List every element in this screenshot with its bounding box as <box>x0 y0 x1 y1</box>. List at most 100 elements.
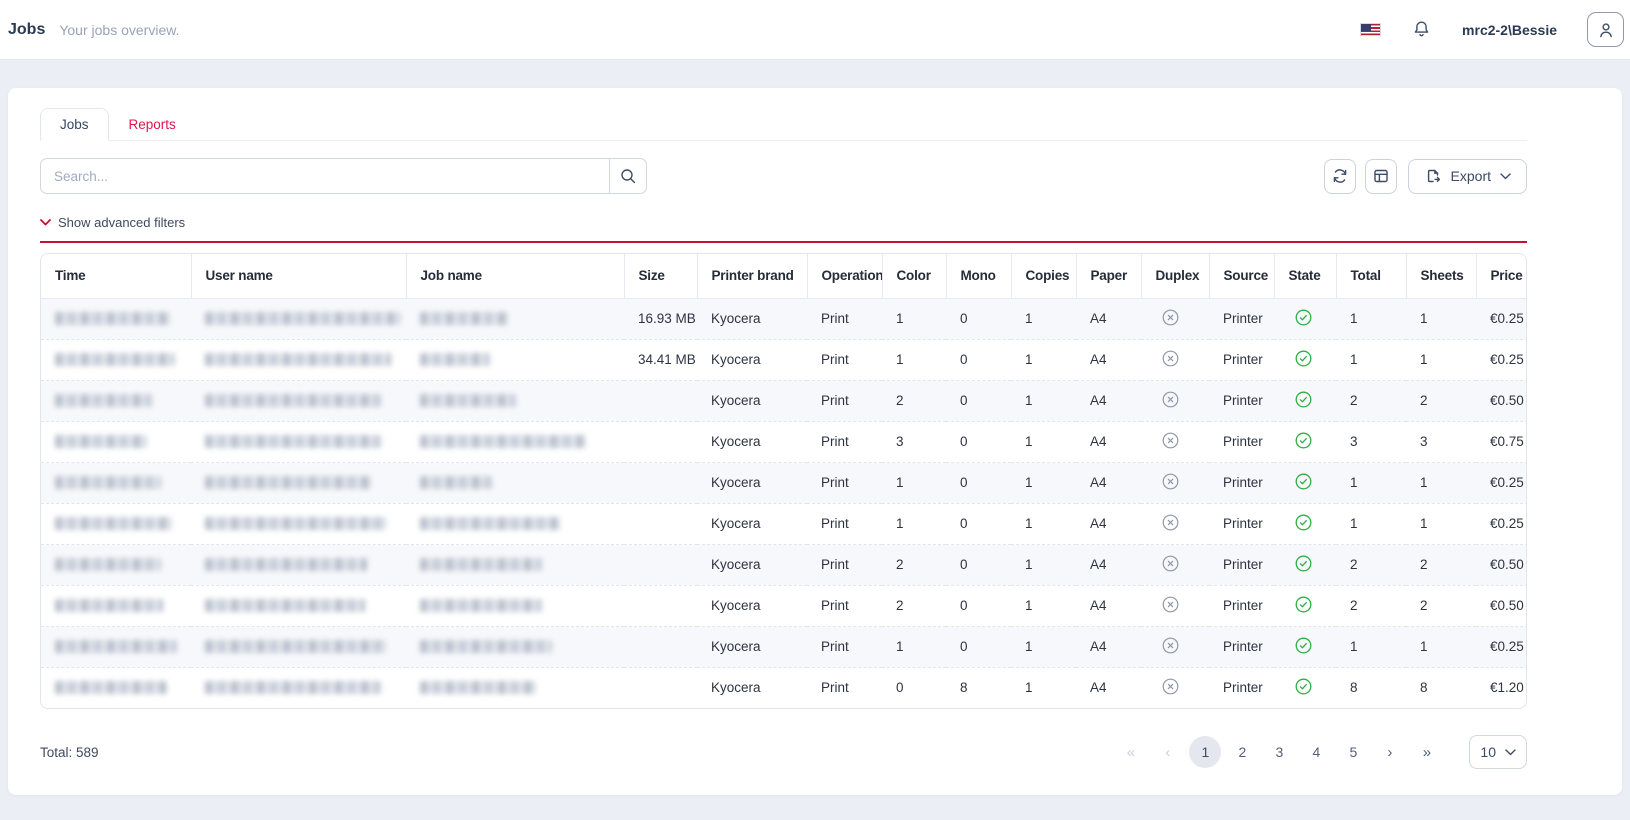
color-cell: 1 <box>882 339 946 380</box>
redacted-cell <box>406 298 624 339</box>
source-cell: Printer <box>1209 421 1274 462</box>
size-cell <box>624 380 697 421</box>
blurred-text <box>55 353 175 366</box>
redacted-cell <box>191 626 406 667</box>
column-header-size[interactable]: Size <box>624 254 697 298</box>
redacted-cell <box>41 298 191 339</box>
advanced-filters-toggle[interactable]: Show advanced filters <box>40 215 1527 230</box>
sheets-cell: 8 <box>1406 667 1476 708</box>
column-header-source[interactable]: Source <box>1209 254 1274 298</box>
job-row[interactable]: KyoceraPrint301A4Printer33€0.75 <box>41 421 1527 462</box>
column-header-duplex[interactable]: Duplex <box>1141 254 1209 298</box>
source-cell: Printer <box>1209 339 1274 380</box>
color-cell: 2 <box>882 380 946 421</box>
search-input[interactable] <box>41 159 609 193</box>
user-menu-button[interactable] <box>1587 12 1624 47</box>
column-header-state[interactable]: State <box>1274 254 1336 298</box>
page-button-5[interactable]: 5 <box>1337 736 1369 768</box>
blurred-text <box>55 394 152 407</box>
column-header-total[interactable]: Total <box>1336 254 1406 298</box>
color-cell: 1 <box>882 626 946 667</box>
mono-cell: 0 <box>946 503 1011 544</box>
page-button-3[interactable]: 3 <box>1263 736 1295 768</box>
redacted-cell <box>41 421 191 462</box>
prev-page-button[interactable]: ‹ <box>1152 736 1184 768</box>
page-button-2[interactable]: 2 <box>1226 736 1258 768</box>
column-header-job-name[interactable]: Job name <box>406 254 624 298</box>
column-header-user-name[interactable]: User name <box>191 254 406 298</box>
column-header-printer-brand[interactable]: Printer brand <box>697 254 807 298</box>
column-header-sheets[interactable]: Sheets <box>1406 254 1476 298</box>
sheets-cell: 1 <box>1406 503 1476 544</box>
blurred-text <box>205 435 381 448</box>
size-cell <box>624 667 697 708</box>
column-header-time[interactable]: Time <box>41 254 191 298</box>
column-header-operation[interactable]: Operation <box>807 254 882 298</box>
copies-cell: 1 <box>1011 421 1076 462</box>
tabs: JobsReports <box>40 108 1527 141</box>
column-header-price[interactable]: Price <box>1476 254 1527 298</box>
export-button[interactable]: Export <box>1408 159 1527 194</box>
paper-cell: A4 <box>1076 544 1141 585</box>
columns-settings-button[interactable] <box>1365 159 1397 194</box>
job-row[interactable]: 16.93 MBKyoceraPrint101A4Printer11€0.25 <box>41 298 1527 339</box>
circle-check-icon <box>1295 473 1312 490</box>
blurred-text <box>205 476 371 489</box>
blurred-text <box>420 394 516 407</box>
sheets-cell: 1 <box>1406 339 1476 380</box>
circle-x-icon <box>1162 555 1179 572</box>
bell-icon <box>1411 19 1432 40</box>
price-cell: €0.25 <box>1476 298 1527 339</box>
toolbar-buttons: Export <box>1324 159 1527 194</box>
refresh-icon <box>1331 167 1349 185</box>
tab-jobs[interactable]: Jobs <box>40 108 109 141</box>
blurred-text <box>205 558 367 571</box>
operation-cell: Print <box>807 667 882 708</box>
next-page-button[interactable]: › <box>1374 736 1406 768</box>
duplex-cell <box>1141 421 1209 462</box>
redacted-cell <box>406 339 624 380</box>
circle-check-icon <box>1295 309 1312 326</box>
operation-cell: Print <box>807 339 882 380</box>
redacted-cell <box>41 544 191 585</box>
circle-x-icon <box>1162 596 1179 613</box>
page-size-select[interactable]: 10 <box>1469 735 1527 769</box>
page-button-1[interactable]: 1 <box>1189 736 1221 768</box>
last-page-button[interactable]: » <box>1411 736 1443 768</box>
pagination: « ‹ 12345 › » <box>1115 736 1443 768</box>
total-cell: 1 <box>1336 339 1406 380</box>
column-header-mono[interactable]: Mono <box>946 254 1011 298</box>
column-header-color[interactable]: Color <box>882 254 946 298</box>
page-title: Jobs <box>8 21 45 39</box>
job-row[interactable]: KyoceraPrint201A4Printer22€0.50 <box>41 544 1527 585</box>
first-page-button[interactable]: « <box>1115 736 1147 768</box>
chevron-down-icon <box>1500 173 1511 180</box>
page-buttons: 12345 <box>1189 736 1369 768</box>
job-row[interactable]: KyoceraPrint081A4Printer88€1.20 <box>41 667 1527 708</box>
job-row[interactable]: KyoceraPrint101A4Printer11€0.25 <box>41 462 1527 503</box>
column-header-copies[interactable]: Copies <box>1011 254 1076 298</box>
page-button-4[interactable]: 4 <box>1300 736 1332 768</box>
job-row[interactable]: KyoceraPrint101A4Printer11€0.25 <box>41 626 1527 667</box>
notifications-button[interactable] <box>1411 19 1432 40</box>
search-submit-button[interactable] <box>609 159 646 193</box>
language-flag-icon[interactable] <box>1360 23 1381 36</box>
circle-check-icon <box>1295 391 1312 408</box>
job-row[interactable]: KyoceraPrint101A4Printer11€0.25 <box>41 503 1527 544</box>
printer-brand-cell: Kyocera <box>697 503 807 544</box>
column-header-paper[interactable]: Paper <box>1076 254 1141 298</box>
job-row[interactable]: 34.41 MBKyoceraPrint101A4Printer11€0.25 <box>41 339 1527 380</box>
job-row[interactable]: KyoceraPrint201A4Printer22€0.50 <box>41 585 1527 626</box>
blurred-text <box>205 599 365 612</box>
printer-brand-cell: Kyocera <box>697 339 807 380</box>
total-cell: 1 <box>1336 298 1406 339</box>
paper-cell: A4 <box>1076 421 1141 462</box>
tab-reports[interactable]: Reports <box>109 108 196 141</box>
circle-x-icon <box>1162 432 1179 449</box>
blurred-text <box>420 476 492 489</box>
circle-check-icon <box>1295 678 1312 695</box>
job-row[interactable]: KyoceraPrint201A4Printer22€0.50 <box>41 380 1527 421</box>
source-cell: Printer <box>1209 626 1274 667</box>
blurred-text <box>55 558 161 571</box>
refresh-button[interactable] <box>1324 159 1356 194</box>
